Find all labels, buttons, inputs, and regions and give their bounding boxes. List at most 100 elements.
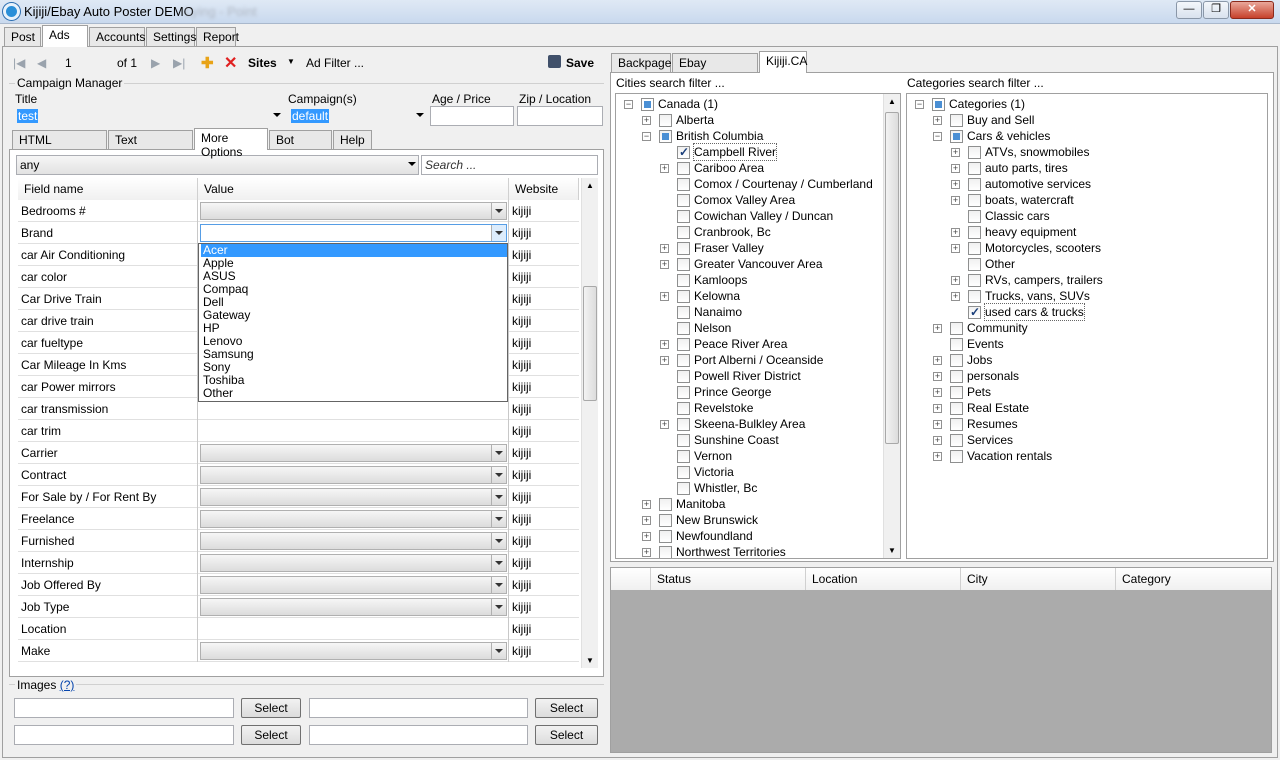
- table-row[interactable]: Brand kijiji: [18, 222, 579, 244]
- cities-tree[interactable]: − Canada (1) + Alberta − British ColumbiaCamp…: [615, 93, 901, 559]
- checkbox[interactable]: [659, 130, 672, 143]
- tree-item[interactable]: Comox Valley Area: [616, 192, 896, 208]
- value-cell[interactable]: [198, 574, 509, 596]
- close-button[interactable]: ✕: [1230, 1, 1274, 19]
- checkbox[interactable]: [968, 274, 981, 287]
- collapse-icon[interactable]: −: [933, 132, 942, 141]
- tab-accounts[interactable]: Accounts: [89, 27, 145, 46]
- options-search-input[interactable]: Search ...: [421, 155, 598, 175]
- tree-item[interactable]: + Skeena-Bulkley Area: [616, 416, 896, 432]
- value-cell[interactable]: [198, 442, 509, 464]
- value-cell[interactable]: [198, 464, 509, 486]
- checkbox[interactable]: [677, 402, 690, 415]
- brand-combo[interactable]: [200, 224, 507, 242]
- expand-icon[interactable]: +: [642, 516, 651, 525]
- brand-option[interactable]: Sony: [201, 361, 507, 374]
- tree-item[interactable]: + Northwest Territories: [616, 544, 896, 558]
- tree-item[interactable]: used cars & trucks: [907, 303, 1187, 321]
- brand-option[interactable]: Other: [201, 387, 507, 400]
- table-row[interactable]: Make kijiji: [18, 640, 579, 662]
- checkbox[interactable]: [659, 498, 672, 511]
- expand-icon[interactable]: +: [660, 340, 669, 349]
- brand-option[interactable]: Compaq: [201, 283, 507, 296]
- expand-icon[interactable]: +: [951, 148, 960, 157]
- value-cell[interactable]: [198, 618, 509, 640]
- first-record-icon[interactable]: |◀: [13, 56, 25, 70]
- maximize-button[interactable]: ❐: [1203, 1, 1229, 19]
- tree-item[interactable]: Prince George: [616, 384, 896, 400]
- checkbox[interactable]: [659, 530, 672, 543]
- tree-item[interactable]: + Community: [907, 320, 1187, 336]
- tree-item[interactable]: + Peace River Area: [616, 336, 896, 352]
- tree-item[interactable]: + Jobs: [907, 352, 1187, 368]
- value-combo[interactable]: [200, 598, 507, 616]
- sites-chevron-icon[interactable]: ▼: [287, 57, 295, 66]
- tree-item[interactable]: + Real Estate: [907, 400, 1187, 416]
- image-path-2[interactable]: [309, 698, 528, 718]
- expand-icon[interactable]: +: [933, 372, 942, 381]
- value-combo[interactable]: [200, 488, 507, 506]
- table-row[interactable]: Furnished kijiji: [18, 530, 579, 552]
- tree-item[interactable]: + heavy equipment: [907, 224, 1187, 240]
- expand-icon[interactable]: +: [933, 452, 942, 461]
- checkbox[interactable]: [677, 386, 690, 399]
- minimize-button[interactable]: —: [1176, 1, 1202, 19]
- table-row[interactable]: Bedrooms # kijiji: [18, 200, 579, 222]
- chevron-down-icon[interactable]: [491, 225, 506, 241]
- value-cell[interactable]: [198, 420, 509, 442]
- next-record-icon[interactable]: ▶: [151, 56, 160, 70]
- checkbox[interactable]: [968, 162, 981, 175]
- expand-icon[interactable]: +: [642, 116, 651, 125]
- save-button[interactable]: Save: [566, 56, 594, 70]
- checkbox[interactable]: [950, 450, 963, 463]
- table-row[interactable]: Location kijiji: [18, 618, 579, 640]
- checkbox[interactable]: [950, 370, 963, 383]
- image-path-4[interactable]: [309, 725, 528, 745]
- checkbox[interactable]: [641, 98, 654, 111]
- expand-icon[interactable]: +: [660, 164, 669, 173]
- images-help-link[interactable]: (?): [60, 678, 75, 692]
- checkbox[interactable]: [677, 322, 690, 335]
- checkbox[interactable]: [677, 418, 690, 431]
- tree-item[interactable]: + boats, watercraft: [907, 192, 1187, 208]
- expand-icon[interactable]: +: [933, 116, 942, 125]
- checkbox[interactable]: [968, 194, 981, 207]
- chevron-down-icon[interactable]: [491, 511, 506, 527]
- collapse-icon[interactable]: −: [915, 100, 924, 109]
- checkbox[interactable]: [677, 306, 690, 319]
- cities-scroll-thumb[interactable]: [885, 112, 899, 444]
- checkbox[interactable]: [677, 434, 690, 447]
- title-combo[interactable]: test: [13, 106, 284, 126]
- col-city[interactable]: City: [961, 568, 1116, 590]
- expand-icon[interactable]: +: [951, 164, 960, 173]
- expand-icon[interactable]: +: [660, 260, 669, 269]
- tree-item[interactable]: + Motorcycles, scooters: [907, 240, 1187, 256]
- checkbox[interactable]: [659, 546, 672, 558]
- tree-item[interactable]: Kamloops: [616, 272, 896, 288]
- expand-icon[interactable]: +: [933, 404, 942, 413]
- expand-icon[interactable]: +: [642, 548, 651, 557]
- tree-item[interactable]: + Services: [907, 432, 1187, 448]
- checkbox[interactable]: [677, 370, 690, 383]
- value-cell[interactable]: [198, 486, 509, 508]
- tree-item[interactable]: − Canada (1): [616, 96, 896, 112]
- chevron-down-icon[interactable]: [491, 203, 506, 219]
- value-combo[interactable]: [200, 510, 507, 528]
- categories-tree[interactable]: − Categories (1) + Buy and Sell − Cars & vehi…: [906, 93, 1268, 559]
- value-combo[interactable]: [200, 642, 507, 660]
- select-image-3-button[interactable]: Select: [241, 725, 301, 745]
- checkbox[interactable]: [677, 194, 690, 207]
- checkbox[interactable]: [950, 434, 963, 447]
- checkbox[interactable]: [677, 450, 690, 463]
- checkbox[interactable]: [950, 114, 963, 127]
- value-combo[interactable]: [200, 554, 507, 572]
- select-image-2-button[interactable]: Select: [535, 698, 598, 718]
- options-grid-scroll-thumb[interactable]: [583, 286, 597, 401]
- tree-item[interactable]: + Kelowna: [616, 288, 896, 304]
- expand-icon[interactable]: +: [642, 532, 651, 541]
- chevron-down-icon[interactable]: [491, 489, 506, 505]
- tree-item[interactable]: Events: [907, 336, 1187, 352]
- chevron-down-icon[interactable]: [491, 533, 506, 549]
- tree-item[interactable]: + Fraser Valley: [616, 240, 896, 256]
- tree-item[interactable]: + Resumes: [907, 416, 1187, 432]
